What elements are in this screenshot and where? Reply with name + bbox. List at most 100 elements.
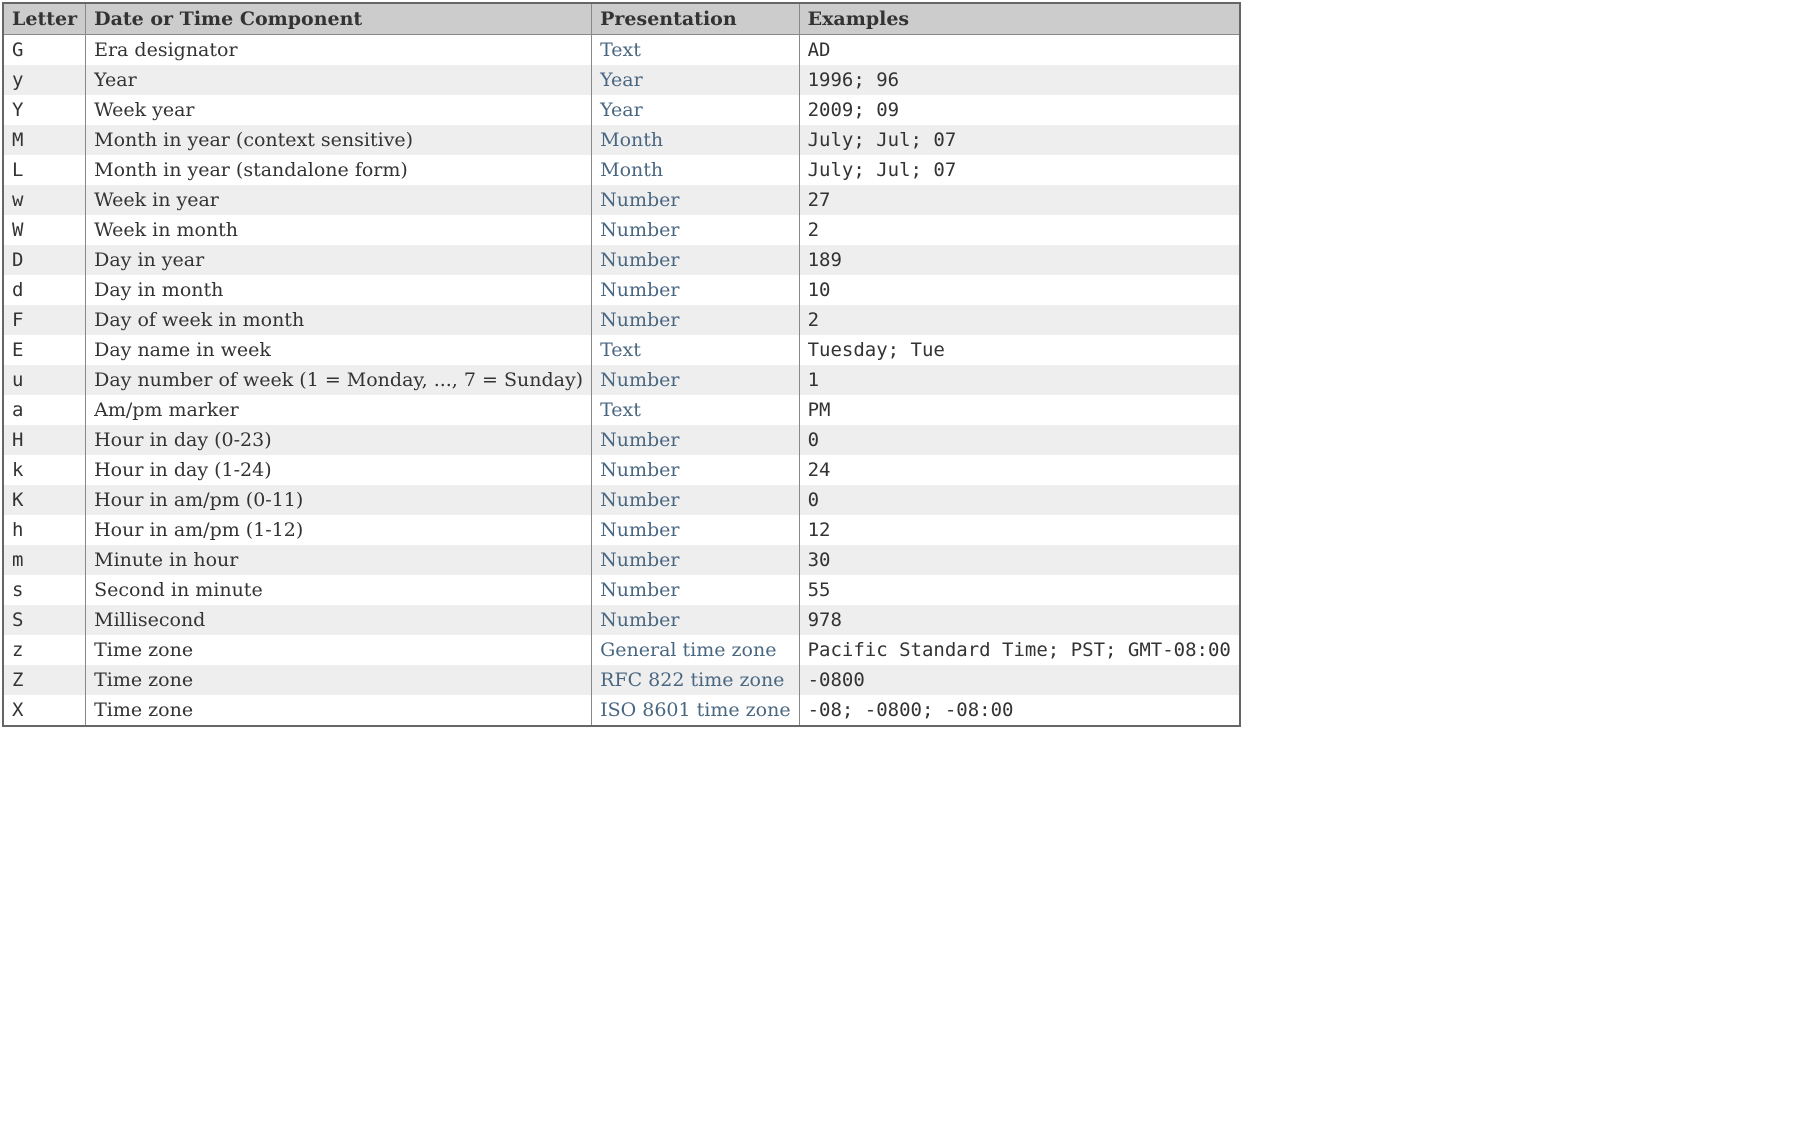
cell-presentation: Number	[592, 455, 799, 485]
presentation-link[interactable]: Number	[600, 519, 679, 541]
presentation-link[interactable]: Number	[600, 429, 679, 451]
presentation-link[interactable]: Text	[600, 339, 641, 361]
cell-letter: L	[3, 155, 86, 185]
cell-letter: G	[3, 35, 86, 66]
cell-letter: S	[3, 605, 86, 635]
cell-component: Am/pm marker	[86, 395, 592, 425]
cell-examples: Pacific Standard Time; PST; GMT-08:00	[799, 635, 1240, 665]
presentation-link[interactable]: Number	[600, 609, 679, 631]
table-row: FDay of week in monthNumber2	[3, 305, 1240, 335]
presentation-link[interactable]: Month	[600, 129, 663, 151]
table-row: wWeek in yearNumber27	[3, 185, 1240, 215]
cell-examples: Tuesday; Tue	[799, 335, 1240, 365]
presentation-link[interactable]: Text	[600, 399, 641, 421]
cell-letter: d	[3, 275, 86, 305]
cell-presentation: Number	[592, 215, 799, 245]
presentation-link[interactable]: Year	[600, 99, 643, 121]
cell-examples: PM	[799, 395, 1240, 425]
cell-letter: W	[3, 215, 86, 245]
cell-presentation: Month	[592, 155, 799, 185]
table-row: yYearYear1996; 96	[3, 65, 1240, 95]
cell-letter: E	[3, 335, 86, 365]
cell-letter: w	[3, 185, 86, 215]
cell-letter: s	[3, 575, 86, 605]
presentation-link[interactable]: Number	[600, 279, 679, 301]
cell-component: Day number of week (1 = Monday, ..., 7 =…	[86, 365, 592, 395]
cell-examples: AD	[799, 35, 1240, 66]
cell-letter: h	[3, 515, 86, 545]
presentation-link[interactable]: Number	[600, 249, 679, 271]
table-row: sSecond in minuteNumber55	[3, 575, 1240, 605]
cell-presentation: Text	[592, 395, 799, 425]
presentation-link[interactable]: General time zone	[600, 639, 776, 661]
cell-component: Day of week in month	[86, 305, 592, 335]
date-pattern-table: Letter Date or Time Component Presentati…	[2, 2, 1241, 727]
presentation-link[interactable]: Number	[600, 189, 679, 211]
header-component: Date or Time Component	[86, 3, 592, 35]
presentation-link[interactable]: Number	[600, 459, 679, 481]
presentation-link[interactable]: Number	[600, 369, 679, 391]
cell-presentation: Number	[592, 305, 799, 335]
cell-examples: 189	[799, 245, 1240, 275]
cell-presentation: Number	[592, 605, 799, 635]
cell-examples: July; Jul; 07	[799, 155, 1240, 185]
presentation-link[interactable]: Number	[600, 489, 679, 511]
cell-component: Day in month	[86, 275, 592, 305]
cell-presentation: Month	[592, 125, 799, 155]
cell-component: Era designator	[86, 35, 592, 66]
presentation-link[interactable]: Number	[600, 549, 679, 571]
presentation-link[interactable]: Year	[600, 69, 643, 91]
cell-component: Time zone	[86, 665, 592, 695]
cell-examples: 2	[799, 215, 1240, 245]
table-row: hHour in am/pm (1-12) Number 12	[3, 515, 1240, 545]
presentation-link[interactable]: Text	[600, 39, 641, 61]
table-row: mMinute in hourNumber30	[3, 545, 1240, 575]
table-row: XTime zoneISO 8601 time zone-08; -0800; …	[3, 695, 1240, 726]
cell-letter: z	[3, 635, 86, 665]
cell-examples: 1996; 96	[799, 65, 1240, 95]
cell-examples: 978	[799, 605, 1240, 635]
table-row: aAm/pm markerTextPM	[3, 395, 1240, 425]
table-row: GEra designator Text AD	[3, 35, 1240, 66]
cell-component: Week in year	[86, 185, 592, 215]
presentation-link[interactable]: RFC 822 time zone	[600, 669, 784, 691]
presentation-link[interactable]: Month	[600, 159, 663, 181]
cell-component: Week in month	[86, 215, 592, 245]
cell-presentation: Number	[592, 365, 799, 395]
cell-presentation: Number	[592, 425, 799, 455]
cell-examples: 10	[799, 275, 1240, 305]
cell-component: Hour in day (1-24)	[86, 455, 592, 485]
table-row: EDay name in weekTextTuesday; Tue	[3, 335, 1240, 365]
cell-presentation: Number	[592, 245, 799, 275]
presentation-link[interactable]: Number	[600, 309, 679, 331]
table-row: YWeek yearYear2009; 09	[3, 95, 1240, 125]
cell-presentation: ISO 8601 time zone	[592, 695, 799, 726]
cell-component: Month in year (standalone form)	[86, 155, 592, 185]
cell-examples: -0800	[799, 665, 1240, 695]
cell-examples: 55	[799, 575, 1240, 605]
cell-presentation: Year	[592, 65, 799, 95]
cell-letter: k	[3, 455, 86, 485]
cell-letter: y	[3, 65, 86, 95]
presentation-link[interactable]: Number	[600, 219, 679, 241]
table-row: WWeek in month Number 2	[3, 215, 1240, 245]
table-row: dDay in month Number 10	[3, 275, 1240, 305]
cell-presentation: Number	[592, 485, 799, 515]
cell-component: Day in year	[86, 245, 592, 275]
cell-examples: 1	[799, 365, 1240, 395]
cell-component: Hour in day (0-23)	[86, 425, 592, 455]
cell-examples: 0	[799, 485, 1240, 515]
presentation-link[interactable]: Number	[600, 579, 679, 601]
cell-letter: D	[3, 245, 86, 275]
header-examples: Examples	[799, 3, 1240, 35]
table-row: KHour in am/pm (0-11)Number0	[3, 485, 1240, 515]
cell-presentation: Number	[592, 515, 799, 545]
presentation-link[interactable]: ISO 8601 time zone	[600, 699, 790, 721]
table-row: kHour in day (1-24)Number24	[3, 455, 1240, 485]
cell-examples: July; Jul; 07	[799, 125, 1240, 155]
header-presentation: Presentation	[592, 3, 799, 35]
cell-component: Hour in am/pm (1-12)	[86, 515, 592, 545]
cell-presentation: Year	[592, 95, 799, 125]
cell-examples: 12	[799, 515, 1240, 545]
cell-letter: K	[3, 485, 86, 515]
